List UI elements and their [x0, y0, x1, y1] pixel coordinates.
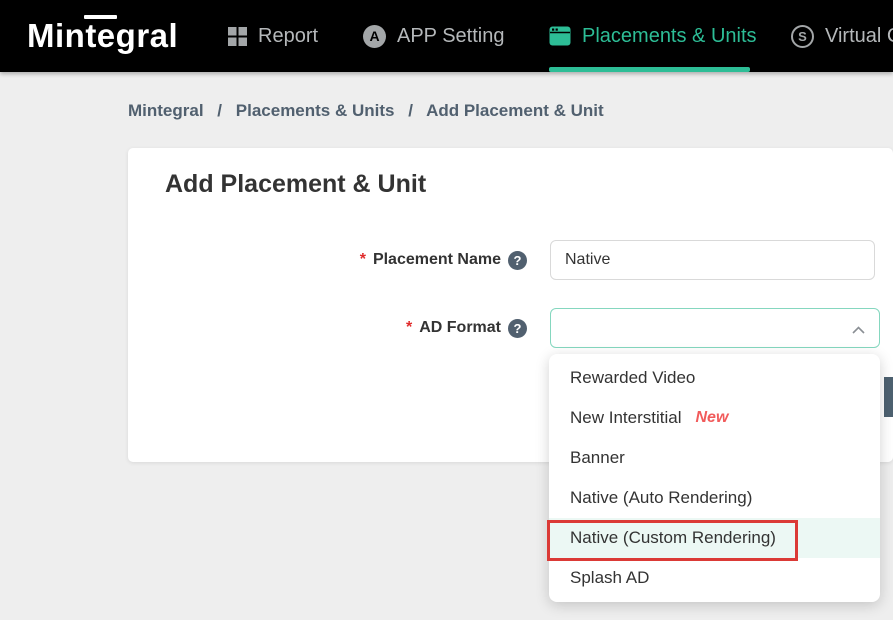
appstore-icon: A: [363, 25, 386, 48]
required-asterisk: *: [406, 319, 412, 337]
nav-item-report[interactable]: Report: [228, 0, 318, 72]
breadcrumb-separator: /: [217, 101, 222, 120]
option-rewarded-video[interactable]: Rewarded Video: [549, 358, 880, 398]
nav-placements-label: Placements & Units: [582, 25, 757, 48]
new-badge: New: [695, 409, 728, 427]
currency-icon: S: [791, 25, 814, 48]
grid-icon: [228, 27, 247, 46]
screen: Mintegral Report A APP Setting Place: [0, 0, 893, 620]
option-label: New Interstitial: [570, 408, 681, 428]
ad-format-label-text: AD Format: [419, 319, 501, 337]
window-icon: [549, 26, 571, 46]
top-navbar: Mintegral Report A APP Setting Place: [0, 0, 893, 72]
ad-format-select[interactable]: [550, 308, 880, 348]
option-splash-ad[interactable]: Splash AD: [549, 558, 880, 598]
required-asterisk: *: [360, 251, 366, 269]
option-label: Banner: [570, 448, 625, 468]
nav-item-virtual-currency[interactable]: S Virtual C: [791, 0, 893, 72]
ad-format-dropdown: Rewarded Video New Interstitial New Bann…: [549, 354, 880, 602]
breadcrumb-home[interactable]: Mintegral: [128, 101, 204, 120]
option-label: Splash AD: [570, 568, 649, 588]
placement-name-label-text: Placement Name: [373, 251, 501, 269]
option-banner[interactable]: Banner: [549, 438, 880, 478]
breadcrumb-current: Add Placement & Unit: [426, 101, 604, 120]
placement-name-input[interactable]: [550, 240, 875, 280]
mintegral-logo-text: Mintegral: [27, 17, 178, 55]
nav-app-setting-label: APP Setting: [397, 25, 504, 48]
page-title: Add Placement & Unit: [165, 170, 426, 199]
help-icon[interactable]: ?: [508, 251, 527, 270]
breadcrumb: Mintegral / Placements & Units / Add Pla…: [128, 101, 604, 121]
breadcrumb-separator: /: [408, 101, 413, 120]
chevron-up-icon: [852, 326, 865, 334]
mintegral-logo[interactable]: Mintegral: [27, 0, 178, 72]
logo-accent-bar: [84, 15, 117, 19]
option-new-interstitial[interactable]: New Interstitial New: [549, 398, 880, 438]
help-icon[interactable]: ?: [508, 319, 527, 338]
option-label: Native (Custom Rendering): [570, 528, 776, 548]
nav-virtual-label: Virtual C: [825, 25, 893, 48]
placement-name-label: * Placement Name ?: [128, 240, 527, 280]
option-label: Native (Auto Rendering): [570, 488, 752, 508]
nav-report-label: Report: [258, 25, 318, 48]
breadcrumb-section[interactable]: Placements & Units: [236, 101, 395, 120]
ad-format-label: * AD Format ?: [128, 308, 527, 348]
nav-item-placements-units[interactable]: Placements & Units: [549, 0, 757, 72]
nav-item-app-setting[interactable]: A APP Setting: [363, 0, 504, 72]
option-label: Rewarded Video: [570, 368, 695, 388]
submit-button-partial[interactable]: [884, 377, 893, 417]
option-native-auto-rendering[interactable]: Native (Auto Rendering): [549, 478, 880, 518]
active-tab-underline: [549, 67, 750, 72]
option-native-custom-rendering[interactable]: Native (Custom Rendering): [549, 518, 880, 558]
